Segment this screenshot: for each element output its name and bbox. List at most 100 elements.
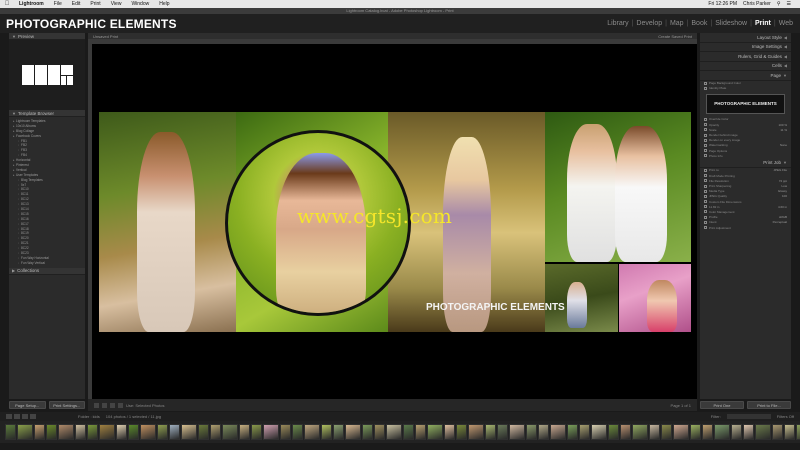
filmstrip-thumbnail[interactable] [251,424,262,440]
stop-icon[interactable] [94,402,99,408]
panel-option-value[interactable]: 100 % [778,123,787,127]
filmstrip-thumbnail[interactable] [263,424,279,440]
filmstrip-thumbnail[interactable] [509,424,525,440]
page-setup-button[interactable]: Page Setup... [9,401,46,409]
checkbox[interactable] [704,210,707,214]
filmstrip-thumbnail[interactable] [456,424,467,440]
filmstrip-thumbnail[interactable] [772,424,783,440]
checkbox[interactable] [704,123,707,127]
filmstrip-thumbnail[interactable] [661,424,672,440]
panel-option-value[interactable]: 11 % [780,128,787,132]
checkbox[interactable] [704,200,707,204]
apple-icon[interactable]:  [0,1,14,7]
print-settings-button[interactable]: Print Settings... [48,401,85,409]
search-icon[interactable]: ⚲ [774,1,784,7]
filmstrip-thumbnail[interactable] [632,424,648,440]
filmstrip-thumbnail[interactable] [485,424,496,440]
module-print[interactable]: Print [754,20,772,27]
filmstrip-thumbnail[interactable] [140,424,156,440]
checkbox[interactable] [704,174,707,178]
print-job-section-header[interactable]: Print Job ▼ [700,158,791,168]
panel-option-row[interactable]: Identity Plate [700,86,791,91]
filmstrip-thumbnail[interactable] [526,424,537,440]
second-window-icon[interactable] [14,414,20,419]
print-one-button[interactable]: Print One [700,401,744,409]
previous-page-icon[interactable] [110,402,115,408]
filmstrip-thumbnail[interactable] [567,424,578,440]
photo-cell-girl-flower[interactable] [99,112,236,332]
right-panel-section-header[interactable]: Image Settings ◀ [700,43,791,52]
filmstrip-thumbnail[interactable] [333,424,344,440]
filmstrip-thumbnail[interactable] [403,424,414,440]
filmstrip-thumbnail[interactable] [58,424,74,440]
panel-option-value[interactable]: Low [781,184,787,188]
module-develop[interactable]: Develop [635,20,663,27]
filmstrip-thumbnail[interactable] [128,424,139,440]
filmstrip-thumbnail[interactable] [743,424,754,440]
panel-option-value[interactable]: 100 [782,194,787,198]
next-page-icon[interactable] [118,402,123,408]
filmstrip-thumbnail[interactable] [649,424,660,440]
filter-select[interactable] [726,414,771,419]
filmstrip-thumbnail[interactable] [374,424,385,440]
template-tree-item[interactable]: ▫ Fun Way Vertical [9,261,85,266]
filmstrip-thumbnail[interactable] [321,424,332,440]
filmstrip-thumbnail[interactable] [181,424,197,440]
filmstrip-thumbnail[interactable] [784,424,795,440]
checkbox[interactable] [704,81,707,85]
menu-help[interactable]: Help [154,1,174,7]
list-icon[interactable]: ☰ [784,1,794,7]
grid-view-icon[interactable] [6,414,12,419]
forward-arrow-icon[interactable] [30,414,36,419]
right-panel-section-header[interactable]: Cells ◀ [700,62,791,71]
filmstrip-thumbnail[interactable] [157,424,168,440]
menu-window[interactable]: Window [126,1,154,7]
filmstrip-thumbnail[interactable] [362,424,373,440]
module-book[interactable]: Book [690,20,708,27]
checkbox[interactable] [704,143,707,147]
filmstrip-thumbnail[interactable] [731,424,742,440]
filmstrip-thumbnail[interactable] [386,424,402,440]
module-map[interactable]: Map [669,20,685,27]
filmstrip-thumbnail[interactable] [468,424,484,440]
user-name[interactable]: Chris Parker [740,1,774,7]
checkbox[interactable] [704,179,707,183]
back-arrow-icon[interactable] [22,414,28,419]
create-saved-print-button[interactable]: Create Saved Print [658,34,692,39]
filmstrip-thumbnail[interactable] [304,424,320,440]
filmstrip-thumbnail[interactable] [210,424,221,440]
panel-option-row[interactable]: Print Adjustment [700,225,791,230]
panel-option-value[interactable]: sRGB [779,215,787,219]
identity-plate-preview[interactable]: PHOTOGRAPHIC ELEMENTS [706,93,785,114]
bottom-panel-grip[interactable] [0,443,800,450]
checkbox[interactable] [704,220,707,224]
template-browser-header[interactable]: ▼ Template Browser [9,110,85,117]
filmstrip-thumbnail[interactable] [17,424,33,440]
panel-option-value[interactable]: 72 ppi [779,179,787,183]
filmstrip-thumbnail[interactable] [292,424,303,440]
print-to-file-button[interactable]: Print to File... [747,401,791,409]
filmstrip-thumbnail[interactable] [222,424,238,440]
filmstrip-thumbnail[interactable] [620,424,631,440]
collections-header[interactable]: ▶ Collections [9,267,85,275]
panel-option-value[interactable]: Perceptual [773,220,787,224]
module-library[interactable]: Library [606,20,629,27]
module-web[interactable]: Web [778,20,794,27]
checkbox[interactable] [704,138,707,142]
checkbox[interactable] [704,128,707,132]
filmstrip-thumbnail[interactable] [755,424,771,440]
clock[interactable]: Fri 12:26 PM [705,1,740,7]
right-panel-section-header[interactable]: Layout Style ◀ [700,33,791,43]
page-section-header[interactable]: Page ▼ [700,71,791,81]
filmstrip-thumbnail[interactable] [280,424,291,440]
menu-lightroom[interactable]: Lightroom [14,1,49,7]
checkbox[interactable] [704,189,707,193]
filmstrip-thumbnail[interactable] [345,424,361,440]
filmstrip-thumbnail[interactable] [169,424,180,440]
filter-value[interactable]: Filters Off [777,414,794,419]
filmstrip-thumbnail[interactable] [538,424,549,440]
checkbox[interactable] [704,168,707,172]
filmstrip-thumbnail[interactable] [198,424,209,440]
filmstrip-thumbnail[interactable] [714,424,730,440]
checkbox[interactable] [704,117,707,121]
